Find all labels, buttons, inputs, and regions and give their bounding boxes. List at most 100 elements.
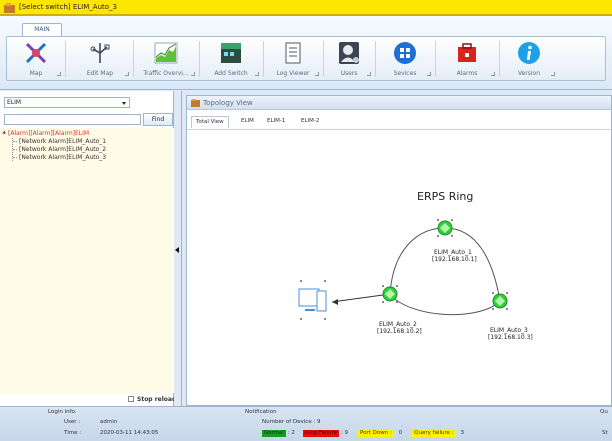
- group-select-value: ELIM: [7, 99, 22, 106]
- tab-elim-2[interactable]: ELIM-2: [297, 116, 323, 128]
- topology-panel: Topology View Total View ELIM ELIM-1 ELI…: [183, 91, 612, 406]
- ring-label: ERPS Ring: [417, 190, 473, 203]
- device-tree-panel: ELIM Find [Alarm][Alarm][Alarm]ELIM [Net…: [0, 91, 176, 406]
- map-icon: [25, 42, 47, 64]
- version-info-icon: [518, 42, 540, 64]
- topology-title: Topology View: [203, 99, 253, 107]
- log-viewer-icon: [285, 42, 301, 64]
- tab-total-view[interactable]: Total View: [191, 116, 229, 128]
- tool-label: Log Viewer: [276, 70, 310, 77]
- tool-label: Sevices: [393, 70, 417, 77]
- topology-canvas[interactable]: ERPS Ring ELIM_Auto_1 [192.168.10.1] ELI…: [187, 130, 611, 405]
- tree-expand-icon[interactable]: [2, 130, 7, 136]
- divider: [65, 41, 66, 77]
- app-icon: [4, 3, 15, 13]
- query-failure-badge: Query failure :: [412, 430, 456, 437]
- divider: [435, 41, 436, 77]
- map-button[interactable]: Map: [9, 37, 63, 81]
- expand-icon: [427, 72, 431, 76]
- query-failure-count: 3: [460, 430, 465, 436]
- expand-icon: [125, 72, 129, 76]
- checkbox-box[interactable]: [128, 396, 134, 402]
- switch-node-elim-auto-3[interactable]: [492, 292, 508, 310]
- panel-splitter[interactable]: [174, 91, 182, 406]
- edit-map-icon: [90, 43, 110, 63]
- window-title: [Select switch] ELIM_Auto_3: [19, 3, 117, 11]
- traffic-overview-button[interactable]: Traffic Overvi...: [135, 37, 197, 81]
- alarms-icon: [458, 43, 476, 62]
- expand-icon: [255, 72, 259, 76]
- expand-icon: [491, 72, 495, 76]
- chevron-down-icon: [122, 102, 126, 105]
- login-info-heading: Login info.: [48, 409, 77, 415]
- edit-map-button[interactable]: Edit Map: [69, 37, 131, 81]
- tree-item[interactable]: [Network Alarm]ELIM_Auto_3: [13, 154, 106, 161]
- divider: [375, 41, 376, 77]
- node-ip: [192.168.10.2]: [377, 328, 422, 335]
- tool-label: Traffic Overvi...: [143, 70, 189, 77]
- tab-main[interactable]: MAIN: [22, 23, 62, 36]
- tool-label: Edit Map: [86, 70, 114, 77]
- ring-failure-badge: Ring Failure: [302, 430, 340, 437]
- tool-label: Version: [517, 70, 541, 77]
- normal-count: : 2: [287, 430, 295, 436]
- alarms-button[interactable]: Alarms: [437, 37, 497, 81]
- log-viewer-button[interactable]: Log Viewer: [265, 37, 321, 81]
- collapse-left-icon[interactable]: [175, 247, 179, 253]
- search-input[interactable]: [4, 114, 141, 125]
- ring-link-top: [389, 227, 501, 302]
- switch-node-elim-auto-2[interactable]: [382, 285, 398, 303]
- version-button[interactable]: Version: [501, 37, 557, 81]
- node-name: ELIM_Auto_3: [490, 327, 528, 334]
- divider: [263, 41, 264, 77]
- status-counters: Normal : 2 Ring Failure : 9 Port Down : …: [262, 429, 464, 437]
- time-label: Time :: [64, 430, 82, 436]
- link-arrow-icon: [332, 299, 338, 305]
- tree-root-label: [Alarm][Alarm][Alarm]ELIM: [8, 130, 90, 137]
- add-switch-button[interactable]: Add Switch: [201, 37, 261, 81]
- right-panel-heading-clipped: Qu: [600, 409, 608, 415]
- stop-reload-label: Stop reload: [137, 396, 177, 403]
- traffic-chart-icon: [154, 42, 178, 64]
- divider: [499, 41, 500, 77]
- user-value: admin: [100, 419, 118, 425]
- expand-icon: [315, 72, 319, 76]
- port-down-badge: Port Down :: [357, 430, 394, 437]
- normal-badge: Normal: [262, 430, 286, 437]
- users-button[interactable]: Users: [325, 37, 373, 81]
- computer-tower: [316, 290, 327, 312]
- device-tree: [Alarm][Alarm][Alarm]ELIM [Network Alarm…: [0, 128, 174, 393]
- node-ip: [192.168.10.3]: [488, 334, 533, 341]
- user-label: User :: [64, 419, 81, 425]
- device-count: Number of Device : 9: [262, 419, 321, 425]
- tree-item[interactable]: [Network Alarm]ELIM_Auto_2: [13, 146, 106, 153]
- status-bar: Login info. User : admin Time : 2020-03-…: [0, 406, 612, 441]
- find-button[interactable]: Find: [143, 113, 173, 126]
- time-value: 2020-03-11 14:43:05: [100, 430, 159, 436]
- tree-item[interactable]: [Network Alarm]ELIM_Auto_1: [13, 138, 106, 145]
- services-icon: [394, 42, 416, 64]
- topology-title-bar: Topology View: [187, 96, 611, 110]
- node-ip: [192.168.10.1]: [432, 256, 477, 263]
- tree-root-item[interactable]: [Alarm][Alarm][Alarm]ELIM: [2, 130, 90, 137]
- node-name: ELIM_Auto_2: [379, 321, 417, 328]
- tab-elim-1[interactable]: ELIM-1: [263, 116, 289, 128]
- right-panel-text-clipped: St: [602, 430, 608, 436]
- divider: [133, 41, 134, 77]
- computer-stand: [305, 309, 315, 311]
- tool-label: Alarms: [456, 70, 478, 77]
- divider: [323, 41, 324, 77]
- port-down-count: 0: [398, 430, 403, 436]
- pc-node[interactable]: [298, 280, 327, 320]
- ring-failure-count: : 9: [340, 430, 349, 436]
- users-icon: [339, 42, 359, 64]
- tab-elim[interactable]: ELIM: [237, 116, 258, 128]
- switch-node-elim-auto-1[interactable]: [437, 219, 453, 237]
- divider: [199, 41, 200, 77]
- tool-label: Map: [29, 70, 43, 77]
- services-button[interactable]: Sevices: [377, 37, 433, 81]
- pc-link: [331, 294, 384, 303]
- expand-icon: [191, 72, 195, 76]
- stop-reload-checkbox[interactable]: Stop reload: [128, 396, 176, 403]
- group-select[interactable]: ELIM: [4, 97, 130, 108]
